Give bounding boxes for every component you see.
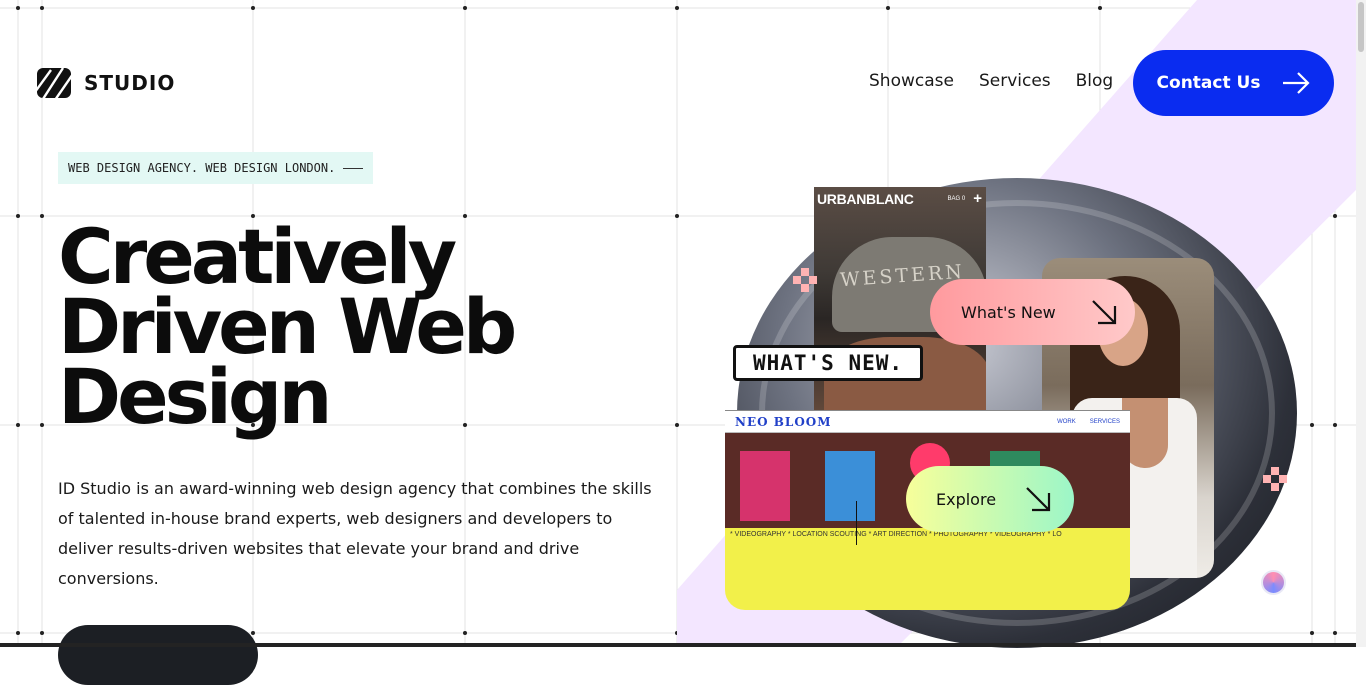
pixel-sparkle-icon <box>1263 467 1287 491</box>
hero-title: Creatively Driven Web Design <box>58 219 517 441</box>
page-scrollbar[interactable] <box>1356 0 1366 647</box>
gallery-panel-2 <box>825 451 875 521</box>
contact-us-button[interactable]: Contact Us <box>1133 50 1334 116</box>
hero-cta-button[interactable] <box>58 625 258 685</box>
text-cursor-icon <box>856 501 857 545</box>
scrollbar-thumb[interactable] <box>1358 2 1364 52</box>
help-avatar-icon[interactable] <box>1261 570 1286 595</box>
explore-label: Explore <box>936 489 997 509</box>
logo-text: STUDIO <box>84 71 176 95</box>
contact-us-label: Contact Us <box>1156 73 1261 93</box>
neo-nav-services: SERVICES <box>1089 418 1120 425</box>
tagline-badge: WEB DESIGN AGENCY. WEB DESIGN LONDON. <box>58 152 374 184</box>
neo-bloom-header: NEO BLOOM WORK SERVICES <box>725 411 1130 433</box>
tagline-dash <box>343 167 364 169</box>
neo-bloom-nav: WORK SERVICES <box>1057 419 1120 425</box>
hero-description: ID Studio is an award-winning web design… <box>58 479 652 588</box>
urbanblanc-bag: BAG 0 <box>947 195 966 202</box>
neo-bloom-logo: NEO BLOOM <box>735 414 832 429</box>
site-logo[interactable]: STUDIO <box>37 68 175 98</box>
urbanblanc-header: URBANBLANC BAG 0 + <box>817 190 982 207</box>
pixel-sparkle-icon <box>793 268 817 292</box>
logo-mark-icon <box>37 68 71 98</box>
main-nav: Showcase Services Blog <box>869 62 1113 100</box>
urbanblanc-brand: URBANBLANC <box>817 190 914 207</box>
bottom-divider <box>0 643 1356 647</box>
explore-button[interactable]: Explore <box>906 466 1074 532</box>
nav-services[interactable]: Services <box>979 62 1051 100</box>
arrow-down-right-icon <box>1091 300 1116 325</box>
arrow-down-right-icon <box>1026 487 1051 512</box>
gallery-panel-1 <box>740 451 790 521</box>
nav-blog[interactable]: Blog <box>1076 62 1114 100</box>
plus-icon: + <box>973 190 982 207</box>
arrow-right-icon <box>1283 72 1311 94</box>
whats-new-speech-bubble: WHAT'S NEW. <box>733 345 923 381</box>
tagline-text: WEB DESIGN AGENCY. WEB DESIGN LONDON. <box>68 161 336 175</box>
whats-new-label: What's New <box>961 302 1056 322</box>
hero-title-line-3: Design <box>58 352 332 441</box>
whats-new-button[interactable]: What's New <box>930 279 1135 345</box>
nav-showcase[interactable]: Showcase <box>869 62 954 100</box>
neo-nav-work: WORK <box>1057 418 1076 425</box>
